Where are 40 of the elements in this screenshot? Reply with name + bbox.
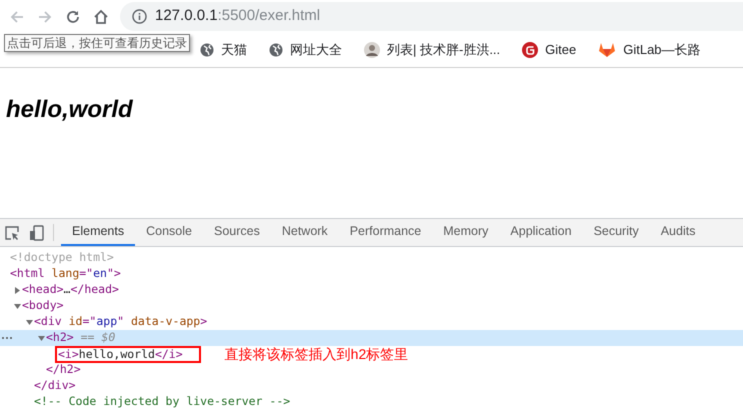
code-line[interactable]: </h2>: [46, 361, 81, 379]
code-line[interactable]: <!-- Code injected by live-server -->: [34, 393, 290, 411]
fox-logo-icon: [598, 42, 616, 58]
info-icon: [132, 9, 147, 24]
bookmark[interactable]: 天猫: [200, 40, 247, 60]
caret-down-icon[interactable]: [26, 318, 32, 326]
caret-down-icon[interactable]: [14, 302, 20, 310]
bookmark[interactable]: 网址大全: [269, 40, 342, 60]
devtools-tab[interactable]: Audits: [650, 219, 706, 246]
bookmark[interactable]: Gitee: [522, 40, 576, 60]
devtools-tab[interactable]: Console: [135, 219, 203, 246]
globe-icon: [200, 43, 214, 57]
device-icon[interactable]: [29, 224, 45, 240]
devtools-tab[interactable]: Sources: [202, 219, 271, 246]
address-bar[interactable]: 127.0.0.1:5500/exer.html: [120, 2, 743, 31]
g-logo-icon: [522, 42, 538, 58]
devtools-tab[interactable]: Network: [270, 219, 339, 246]
tooltip: 点击可后退，按住可查看历史记录: [4, 34, 190, 52]
page-heading: hello,world: [6, 95, 133, 125]
code-line[interactable]: <html lang="en">: [10, 265, 121, 283]
code-line[interactable]: <body>: [22, 297, 64, 315]
inspect-icon[interactable]: [4, 224, 20, 240]
home-icon[interactable]: [92, 8, 110, 26]
code-line[interactable]: <h2> == $0: [46, 329, 116, 347]
avatar-icon: [364, 42, 380, 58]
caret-right-icon[interactable]: [14, 286, 20, 294]
devtools-tab[interactable]: Security: [582, 219, 650, 246]
devtools-tab[interactable]: Performance: [338, 219, 432, 246]
code-line[interactable]: </div>: [34, 377, 76, 395]
devtools-tab[interactable]: Memory: [432, 219, 500, 246]
globe-icon: [269, 43, 283, 57]
bookmark[interactable]: 列表| 技术胖-胜洪...: [364, 40, 500, 60]
devtools-tab[interactable]: Application: [499, 219, 583, 246]
annotation-text: 直接将该标签插入到h2标签里: [224, 344, 408, 364]
url-text: 127.0.0.1:5500/exer.html: [155, 6, 320, 26]
code-line[interactable]: <head>…</head>: [22, 281, 119, 299]
devtools-tab[interactable]: Elements: [61, 219, 136, 246]
code-line[interactable]: <div id="app" data-v-app>: [34, 313, 208, 331]
caret-down-icon[interactable]: [38, 334, 44, 342]
bookmark[interactable]: GitLab—长路: [598, 40, 701, 60]
